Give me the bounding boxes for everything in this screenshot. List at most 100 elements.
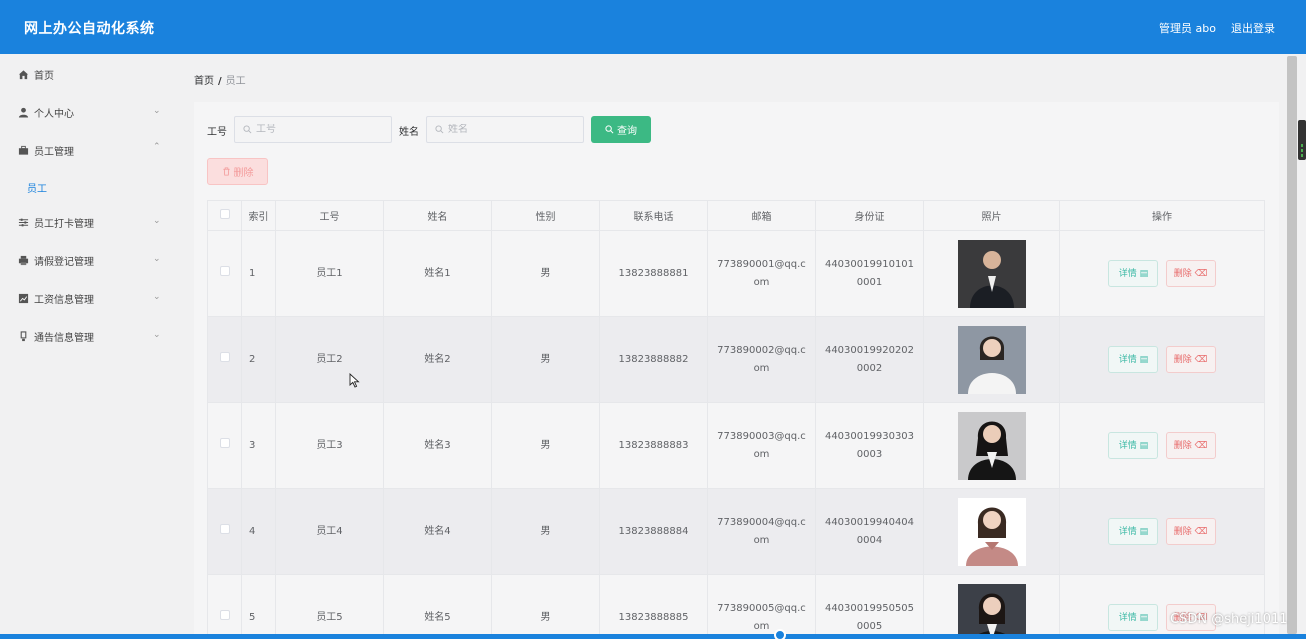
sidebar-item-label: 工资信息管理: [34, 294, 94, 306]
cell-name: 姓名3: [383, 402, 492, 489]
cell-phone: 13823888884: [599, 488, 708, 575]
employee-photo: [957, 325, 1026, 394]
row-checkbox[interactable]: [219, 351, 230, 362]
batch-delete-label: 删除: [233, 168, 254, 179]
cell-index: 4: [241, 488, 276, 575]
trash-icon: ⌫: [1194, 268, 1208, 279]
sidebar-item-employee-management[interactable]: 员工管理 ⌃: [0, 131, 178, 169]
cell-gender: 男: [491, 574, 600, 639]
cell-phone: 13823888885: [599, 574, 708, 639]
cell-id-card: 440300199202020002: [815, 316, 924, 403]
column-header: 性别: [491, 200, 600, 231]
row-delete-button[interactable]: 删除 ⌫: [1165, 260, 1216, 287]
search-button[interactable]: 查询: [591, 116, 651, 143]
row-delete-button[interactable]: 删除 ⌫: [1165, 518, 1216, 545]
mouse-cursor-icon: [349, 373, 360, 388]
detail-label: 详情: [1118, 526, 1137, 537]
detail-button[interactable]: 详情 ▤: [1108, 604, 1159, 631]
chevron-down-icon: ⌄: [153, 216, 161, 226]
bottom-progress-bar: [0, 634, 1306, 639]
name-field[interactable]: [426, 116, 584, 143]
column-header: 姓名: [383, 200, 492, 231]
sidebar-item-home[interactable]: 首页: [0, 55, 178, 93]
row-checkbox[interactable]: [219, 437, 230, 448]
row-checkbox[interactable]: [219, 609, 230, 620]
delete-label: 删除: [1173, 440, 1192, 451]
batch-delete-button[interactable]: 删除: [207, 158, 268, 185]
sidebar-item-leave[interactable]: 请假登记管理 ⌄: [0, 241, 178, 279]
cell-name: 姓名5: [383, 574, 492, 639]
cell-photo: [923, 574, 1060, 639]
logout-link[interactable]: 退出登录: [1231, 20, 1275, 36]
cell-employee-no: 员工5: [275, 574, 384, 639]
name-label: 姓名: [399, 127, 419, 138]
detail-button[interactable]: 详情 ▤: [1108, 260, 1159, 287]
sidebar-item-label: 个人中心: [34, 108, 74, 120]
sidebar-item-notice[interactable]: 通告信息管理 ⌄: [0, 317, 178, 355]
chevron-up-icon: ⌃: [153, 142, 161, 152]
row-delete-button[interactable]: 删除 ⌫: [1165, 346, 1216, 373]
cell-name: 姓名4: [383, 488, 492, 575]
detail-button[interactable]: 详情 ▤: [1108, 346, 1159, 373]
cell-employee-no: 员工4: [275, 488, 384, 575]
scrollbar-thumb[interactable]: [1287, 56, 1297, 634]
breadcrumb-home[interactable]: 首页: [194, 76, 214, 87]
table-row: 4 员工4 姓名4 男 13823888884 773890004@qq.com…: [207, 488, 1265, 575]
table-row: 5 员工5 姓名5 男 13823888885 773890005@qq.com…: [207, 574, 1265, 639]
cell-index: 2: [241, 316, 276, 403]
row-delete-button[interactable]: 删除 ⌫: [1165, 432, 1216, 459]
cell-email: 773890004@qq.com: [707, 488, 816, 575]
cell-email: 773890001@qq.com: [707, 230, 816, 317]
side-handle[interactable]: [1298, 120, 1306, 160]
column-header: 邮箱: [707, 200, 816, 231]
progress-handle[interactable]: [774, 629, 786, 639]
sidebar-item-salary[interactable]: 工资信息管理 ⌄: [0, 279, 178, 317]
search-icon: [435, 125, 444, 134]
chevron-down-icon: ⌄: [153, 254, 161, 264]
breadcrumb: 首页 / 员工: [194, 72, 246, 87]
sidebar-item-attendance[interactable]: 员工打卡管理 ⌄: [0, 203, 178, 241]
detail-label: 详情: [1118, 354, 1137, 365]
cell-id-card: 440300199505050005: [815, 574, 924, 639]
breadcrumb-current: 员工: [225, 76, 246, 87]
employee-no-input[interactable]: [256, 124, 376, 135]
cell-phone: 13823888883: [599, 402, 708, 489]
row-checkbox[interactable]: [219, 265, 230, 276]
cell-actions: 详情 ▤ 删除 ⌫: [1059, 574, 1265, 639]
user-icon: [17, 106, 29, 118]
trash-icon: ⌫: [1194, 440, 1208, 451]
employee-photo: [957, 239, 1026, 308]
detail-button[interactable]: 详情 ▤: [1108, 432, 1159, 459]
chevron-down-icon: ⌄: [153, 106, 161, 116]
sidebar-item-profile[interactable]: 个人中心 ⌄: [0, 93, 178, 131]
column-header: 操作: [1059, 200, 1265, 231]
column-header: 工号: [275, 200, 384, 231]
column-header: 身份证: [815, 200, 924, 231]
employee-table: 索引 工号 姓名 性别 联系电话 邮箱 身份证 照片 操作 1 员工1 姓名1 …: [207, 200, 1265, 639]
cell-phone: 13823888882: [599, 316, 708, 403]
top-bar: 网上办公自动化系统 管理员 abo 退出登录: [0, 0, 1306, 54]
cell-employee-no: 员工2: [275, 316, 384, 403]
cell-name: 姓名1: [383, 230, 492, 317]
cell-phone: 13823888881: [599, 230, 708, 317]
cell-actions: 详情 ▤ 删除 ⌫: [1059, 316, 1265, 403]
table-header-row: 索引 工号 姓名 性别 联系电话 邮箱 身份证 照片 操作: [207, 200, 1265, 231]
cell-id-card: 440300199101010001: [815, 230, 924, 317]
checkbox[interactable]: [219, 209, 230, 219]
row-checkbox[interactable]: [219, 523, 230, 534]
briefcase-icon: [17, 144, 29, 156]
search-icon: [243, 125, 252, 134]
detail-button[interactable]: 详情 ▤: [1108, 518, 1159, 545]
employee-photo: [957, 583, 1026, 639]
cell-email: 773890003@qq.com: [707, 402, 816, 489]
name-input[interactable]: [448, 124, 568, 135]
trash-icon: ⌫: [1194, 526, 1208, 537]
chart-icon: [17, 292, 29, 304]
employee-no-field[interactable]: [234, 116, 392, 143]
app-title: 网上办公自动化系统: [24, 21, 155, 37]
sidebar-item-label: 员工管理: [34, 146, 74, 158]
column-header: 照片: [923, 200, 1060, 231]
header-select-all[interactable]: [207, 200, 242, 231]
sidebar-subitem-employee[interactable]: 员工: [27, 180, 47, 195]
home-icon: [17, 68, 29, 80]
